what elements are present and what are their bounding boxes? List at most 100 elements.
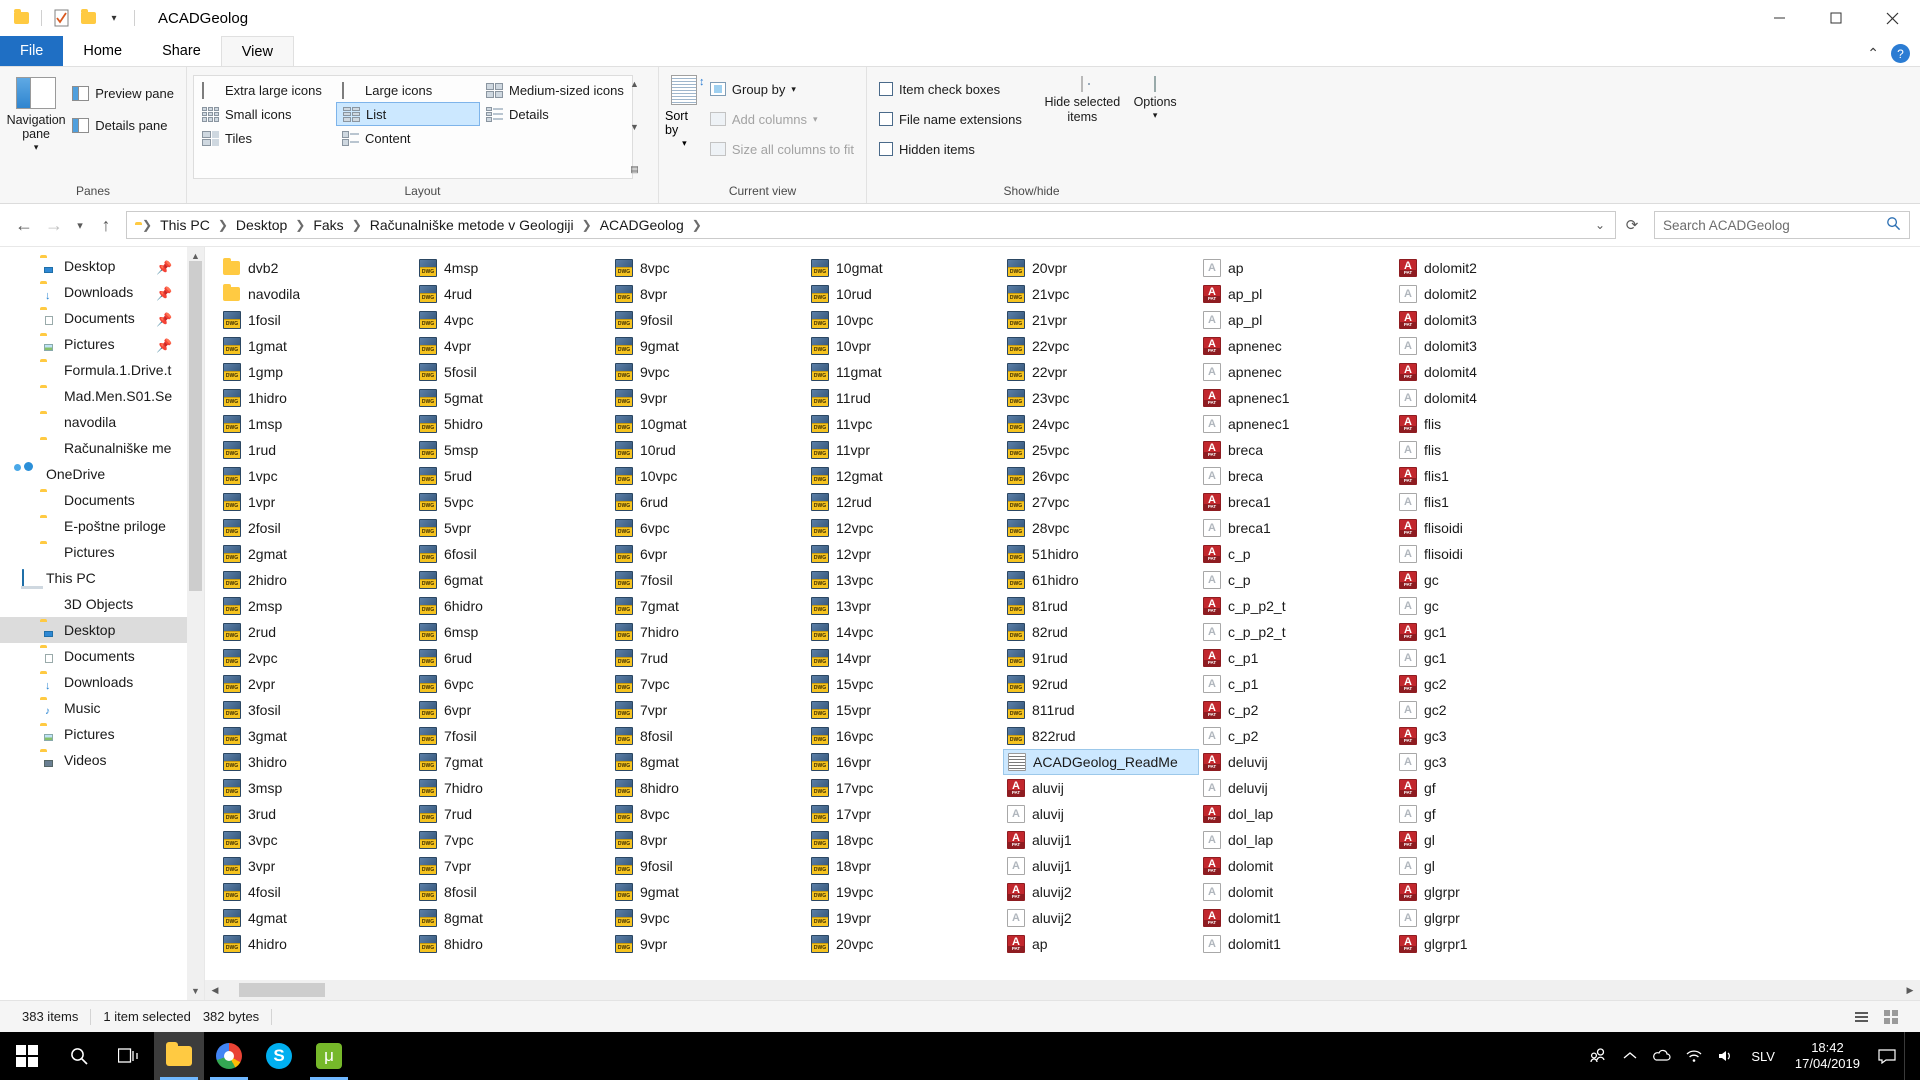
file-item[interactable]: 15vpr <box>807 697 1003 723</box>
file-item[interactable]: 21vpc <box>1003 281 1199 307</box>
file-item[interactable]: dol_lap <box>1199 801 1395 827</box>
tab-home[interactable]: Home <box>63 36 142 66</box>
layout-gallery-scrollbar[interactable]: ▲ ▼ ▤ <box>630 78 639 176</box>
view-large-icons[interactable]: Large icons <box>336 78 480 102</box>
file-item[interactable]: ap <box>1199 255 1395 281</box>
file-item[interactable]: 6rud <box>611 489 807 515</box>
scrollbar-thumb[interactable] <box>189 261 202 591</box>
file-item[interactable]: aluvij <box>1003 775 1199 801</box>
file-item[interactable]: deluvij <box>1199 749 1395 775</box>
utorrent-icon[interactable] <box>304 1032 354 1080</box>
file-item[interactable]: 5rud <box>415 463 611 489</box>
file-item[interactable]: 6vpr <box>611 541 807 567</box>
file-item[interactable]: 5vpc <box>415 489 611 515</box>
file-item[interactable]: apnenec <box>1199 359 1395 385</box>
file-item[interactable]: 7rud <box>611 645 807 671</box>
file-item[interactable]: gc <box>1395 593 1591 619</box>
file-item[interactable]: 6gmat <box>415 567 611 593</box>
file-item[interactable]: 9gmat <box>611 879 807 905</box>
file-item[interactable]: dolomit <box>1199 853 1395 879</box>
file-item[interactable]: breca <box>1199 463 1395 489</box>
scroll-left-icon[interactable]: ◀ <box>205 980 225 1000</box>
file-item[interactable]: c_p2 <box>1199 697 1395 723</box>
scroll-down-icon[interactable]: ▼ <box>630 122 639 132</box>
network-wifi-icon[interactable] <box>1679 1032 1709 1080</box>
file-item[interactable]: 21vpr <box>1003 307 1199 333</box>
sidebar-item-mad-men-s01-se[interactable]: Mad.Men.S01.Se <box>0 383 204 409</box>
sidebar-item-downloads[interactable]: ↓ Downloads <box>0 669 204 695</box>
file-item[interactable]: 12rud <box>807 489 1003 515</box>
file-item[interactable]: 3fosil <box>219 697 415 723</box>
chrome-icon[interactable] <box>204 1032 254 1080</box>
onedrive-tray-icon[interactable] <box>1647 1032 1677 1080</box>
file-item[interactable]: dol_lap <box>1199 827 1395 853</box>
file-item[interactable]: 4vpr <box>415 333 611 359</box>
file-item[interactable]: gc3 <box>1395 749 1591 775</box>
view-tiles[interactable]: Tiles <box>196 126 336 150</box>
file-item[interactable]: 8vpr <box>611 281 807 307</box>
scroll-right-icon[interactable]: ▶ <box>1900 980 1920 1000</box>
file-item[interactable]: 13vpr <box>807 593 1003 619</box>
file-item[interactable]: 24vpc <box>1003 411 1199 437</box>
file-item[interactable]: 82rud <box>1003 619 1199 645</box>
file-item[interactable]: dolomit4 <box>1395 359 1591 385</box>
sidebar-item-pictures[interactable]: Pictures 📌 <box>0 331 204 357</box>
file-item[interactable]: 17vpr <box>807 801 1003 827</box>
pin-icon[interactable]: 📌 <box>156 260 172 275</box>
file-item[interactable]: 28vpc <box>1003 515 1199 541</box>
file-item[interactable]: dvb2 <box>219 255 415 281</box>
file-item[interactable]: glgrpr1 <box>1395 931 1591 957</box>
file-item[interactable]: dolomit <box>1199 879 1395 905</box>
details-pane-button[interactable]: Details pane <box>66 113 180 137</box>
file-item[interactable]: 9vpr <box>611 385 807 411</box>
tab-share[interactable]: Share <box>142 36 221 66</box>
file-item[interactable]: gl <box>1395 827 1591 853</box>
file-item[interactable]: navodila <box>219 281 415 307</box>
file-item[interactable]: 11vpr <box>807 437 1003 463</box>
show-hidden-icons-chevron[interactable] <box>1615 1032 1645 1080</box>
view-extra-large-icons[interactable]: Extra large icons <box>196 78 336 102</box>
file-item[interactable]: 6rud <box>415 645 611 671</box>
hidden-items-checkbox[interactable]: Hidden items <box>873 137 1044 161</box>
sidebar-item-desktop[interactable]: Desktop 📌 <box>0 253 204 279</box>
file-item[interactable]: 6vpr <box>415 697 611 723</box>
breadcrumb-separator[interactable]: ❯ <box>691 218 703 232</box>
file-item[interactable]: ap_pl <box>1199 281 1395 307</box>
forward-arrow-icon[interactable]: → <box>40 211 68 239</box>
file-item[interactable]: 22vpc <box>1003 333 1199 359</box>
navigation-scrollbar[interactable]: ▲ ▼ <box>187 247 204 1000</box>
file-item[interactable]: 7fosil <box>611 567 807 593</box>
file-item[interactable]: dolomit3 <box>1395 333 1591 359</box>
view-small-icons[interactable]: Small icons <box>196 102 336 126</box>
file-item[interactable]: aluvij2 <box>1003 879 1199 905</box>
file-item[interactable]: 16vpr <box>807 749 1003 775</box>
file-item[interactable]: 12vpc <box>807 515 1003 541</box>
file-item[interactable]: flis <box>1395 437 1591 463</box>
file-item[interactable]: glgrpr <box>1395 905 1591 931</box>
file-item-selected[interactable]: ACADGeolog_ReadMe <box>1003 749 1199 775</box>
help-icon[interactable]: ? <box>1891 44 1910 63</box>
file-item[interactable]: 7hidro <box>415 775 611 801</box>
file-item[interactable]: 14vpc <box>807 619 1003 645</box>
file-item[interactable]: 5msp <box>415 437 611 463</box>
file-item[interactable]: 81rud <box>1003 593 1199 619</box>
file-item[interactable]: 27vpc <box>1003 489 1199 515</box>
view-list[interactable]: List <box>336 102 480 126</box>
file-item[interactable]: 9vpr <box>611 931 807 957</box>
file-item[interactable]: 7vpc <box>611 671 807 697</box>
file-item[interactable]: dolomit1 <box>1199 905 1395 931</box>
breadcrumb-separator[interactable]: ❯ <box>217 218 229 232</box>
file-item[interactable]: 3msp <box>219 775 415 801</box>
file-item[interactable]: 8fosil <box>611 723 807 749</box>
file-item[interactable]: 5hidro <box>415 411 611 437</box>
file-item[interactable]: 10gmat <box>807 255 1003 281</box>
back-arrow-icon[interactable]: ← <box>10 211 38 239</box>
file-item[interactable]: 7gmat <box>415 749 611 775</box>
file-item[interactable]: 8hidro <box>415 931 611 957</box>
maximize-button[interactable] <box>1808 0 1864 36</box>
sidebar-item-ra-unalni-ke-me[interactable]: Računalniške me <box>0 435 204 461</box>
file-item[interactable]: 4msp <box>415 255 611 281</box>
file-item[interactable]: 2vpr <box>219 671 415 697</box>
file-item[interactable]: 6hidro <box>415 593 611 619</box>
file-item[interactable]: 6vpc <box>415 671 611 697</box>
